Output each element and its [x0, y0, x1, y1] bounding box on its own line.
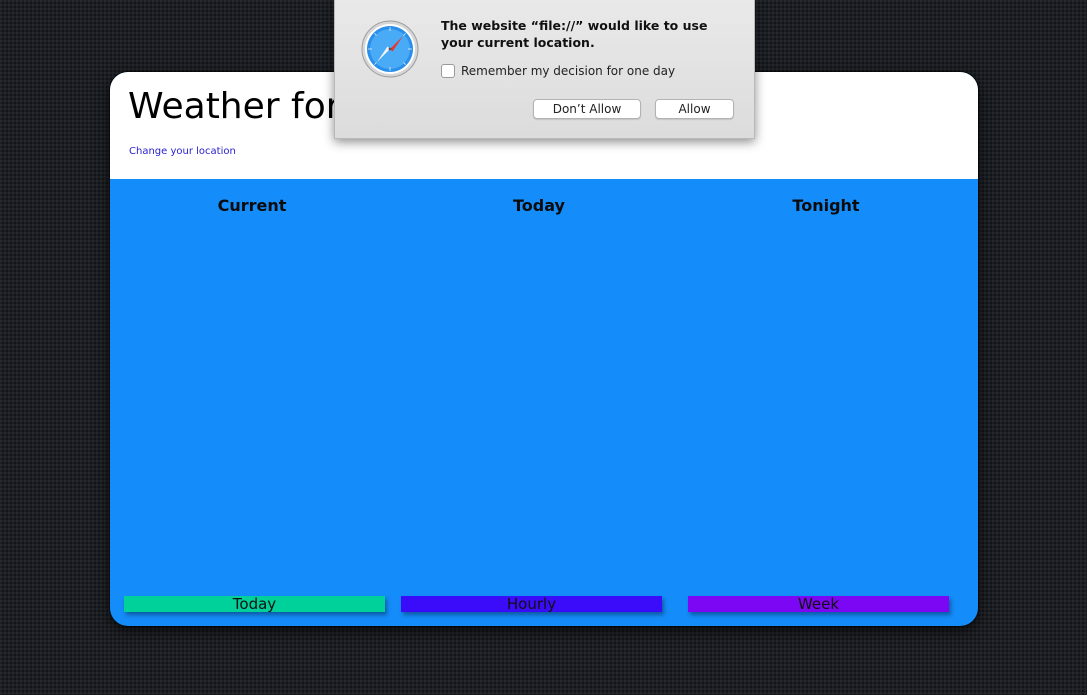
- page-title: Weather for: [128, 86, 341, 127]
- dialog-message: The website “file://” would like to use …: [441, 18, 708, 50]
- column-heading-today: Today: [513, 196, 565, 215]
- allow-button[interactable]: Allow: [655, 99, 734, 119]
- tab-hourly[interactable]: Hourly: [401, 596, 662, 612]
- safari-compass-icon: [361, 20, 419, 78]
- weather-app-card: Weather for Change your location Current…: [110, 72, 978, 626]
- tab-week[interactable]: Week: [688, 596, 949, 612]
- remember-decision-row[interactable]: Remember my decision for one day: [441, 64, 675, 78]
- column-heading-current: Current: [217, 196, 287, 215]
- change-location-link[interactable]: Change your location: [129, 146, 236, 157]
- remember-decision-checkbox[interactable]: [441, 64, 455, 78]
- remember-decision-label: Remember my decision for one day: [461, 64, 676, 78]
- column-heading-tonight: Tonight: [792, 196, 860, 215]
- tab-today[interactable]: Today: [124, 596, 385, 612]
- location-permission-dialog: The website “file://” would like to use …: [334, 0, 755, 139]
- dont-allow-button[interactable]: Don’t Allow: [533, 99, 641, 119]
